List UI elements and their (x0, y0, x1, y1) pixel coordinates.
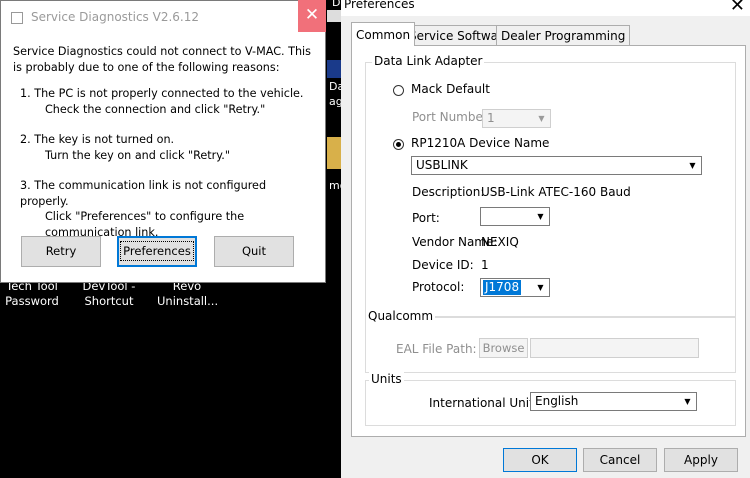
service-dialog-message: Service Diagnostics could not connect to… (13, 44, 318, 240)
international-units-label: International Units: (429, 396, 545, 410)
port-number-label: Port Number (412, 110, 488, 124)
reason-item: 1. The PC is not properly connected to t… (13, 86, 318, 117)
tab-label: Common (356, 28, 411, 42)
international-units-select[interactable]: English ▼ (530, 392, 697, 411)
protocol-select[interactable]: J1708 ▼ (480, 278, 550, 297)
apply-button[interactable]: Apply (664, 448, 738, 472)
mack-default-radio[interactable] (393, 85, 404, 96)
apply-button-label: Apply (684, 453, 718, 467)
tab-label: Service Software (409, 29, 511, 43)
units-group: Units International Units: English ▼ (365, 372, 736, 426)
desktop-icon-label: Revo Uninstall... (157, 279, 219, 308)
preferences-titlebar[interactable]: Preferences ✕ (341, 0, 750, 16)
chevron-down-icon: ▼ (537, 283, 544, 292)
reason-instruction: Turn the key on and click "Retry." (45, 148, 230, 162)
desktop-shortcut-icon[interactable] (327, 60, 341, 78)
service-dialog-titlebar[interactable]: Service Diagnostics V2.6.12 ✕ (1, 0, 326, 34)
reason-line: 2. The key is not turned on. (20, 133, 175, 146)
eal-file-path-input[interactable] (530, 338, 699, 358)
intro-text: Service Diagnostics could not connect to… (13, 45, 311, 74)
port-number-value: 1 (487, 111, 495, 125)
tab-label: Dealer Programming (501, 29, 626, 43)
rp1210a-label[interactable]: RP1210A Device Name (411, 136, 549, 150)
preferences-button-label: Preferences (120, 241, 194, 261)
description-label: Description: (412, 185, 485, 199)
retry-button[interactable]: Retry (21, 236, 101, 267)
desktop-shortcut-icon[interactable] (327, 10, 341, 22)
service-dialog-buttons: Retry Preferences Quit (1, 235, 325, 270)
port-number-select[interactable]: 1 ▼ (482, 109, 551, 128)
chevron-down-icon: ▼ (537, 212, 544, 221)
browse-button[interactable]: Browse (479, 338, 528, 358)
desktop-icon-label: Tech Tool Password (5, 279, 59, 308)
tab-panel-common: Data Link Adapter Mack Default Port Numb… (351, 45, 746, 437)
vendor-name-value: NEXIQ (481, 235, 519, 249)
protocol-value: J1708 (483, 280, 522, 295)
quit-button-label: Quit (241, 244, 267, 258)
reason-item: 3. The communication link is not configu… (13, 178, 318, 240)
device-name-value: USBLINK (416, 158, 468, 172)
close-icon[interactable]: ✕ (298, 0, 326, 32)
port-label: Port: (412, 211, 440, 225)
data-link-adapter-group: Data Link Adapter Mack Default Port Numb… (365, 54, 736, 317)
preferences-dialog: Preferences ✕ Common Service Software De… (341, 0, 750, 478)
device-id-value: 1 (481, 258, 489, 272)
desktop-shortcut-icon[interactable] (327, 137, 341, 169)
international-units-value: English (535, 394, 579, 408)
eal-file-path-label: EAL File Path: (396, 342, 477, 356)
device-id-label: Device ID: (412, 258, 474, 272)
ok-button[interactable]: OK (503, 448, 577, 472)
desktop-icon-tech-tool-password[interactable]: Tech Tool Password (2, 279, 62, 309)
service-diagnostics-dialog: Service Diagnostics V2.6.12 ✕ Service Di… (0, 0, 326, 283)
reason-instruction: Check the connection and click "Retry." (45, 102, 266, 116)
group-label: Units (369, 372, 404, 386)
tab-common[interactable]: Common (351, 22, 416, 46)
chevron-down-icon: ▼ (684, 397, 691, 406)
qualcomm-group: Qualcomm EAL File Path: Browse (365, 309, 736, 373)
browse-button-label: Browse (482, 341, 525, 355)
quit-button[interactable]: Quit (214, 236, 294, 267)
group-label: Qualcomm (366, 309, 436, 323)
tab-dealer-programming[interactable]: Dealer Programming (496, 25, 631, 45)
close-icon[interactable]: ✕ (730, 0, 745, 16)
protocol-label: Protocol: (412, 280, 465, 294)
retry-button-label: Retry (45, 244, 77, 258)
rp1210a-radio[interactable] (393, 139, 404, 150)
service-dialog-title: Service Diagnostics V2.6.12 (31, 10, 199, 24)
preferences-title: Preferences (344, 0, 415, 11)
port-select[interactable]: ▼ (480, 207, 550, 226)
reason-item: 2. The key is not turned on. Turn the ke… (13, 132, 318, 163)
group-label: Data Link Adapter (372, 54, 485, 68)
device-name-select[interactable]: USBLINK ▼ (411, 156, 702, 175)
chevron-down-icon: ▼ (538, 114, 545, 123)
chevron-down-icon: ▼ (689, 161, 696, 170)
preferences-button[interactable]: Preferences (117, 236, 197, 267)
cancel-button[interactable]: Cancel (583, 448, 657, 472)
desktop-icon-revo-uninstaller[interactable]: Revo Uninstall... (157, 279, 219, 309)
mack-default-label[interactable]: Mack Default (411, 82, 490, 96)
desktop-icon-devtool-shortcut[interactable]: DevTool - Shortcut (79, 279, 139, 309)
desktop-icon-label: DevTool - Shortcut (82, 279, 136, 308)
ok-button-label: OK (531, 453, 549, 467)
app-icon (11, 12, 23, 24)
reason-line: 1. The PC is not properly connected to t… (20, 87, 304, 100)
description-value: USB-Link ATEC-160 Baud (481, 185, 631, 199)
cancel-button-label: Cancel (599, 453, 641, 467)
reason-line: 3. The communication link is not configu… (20, 179, 267, 208)
